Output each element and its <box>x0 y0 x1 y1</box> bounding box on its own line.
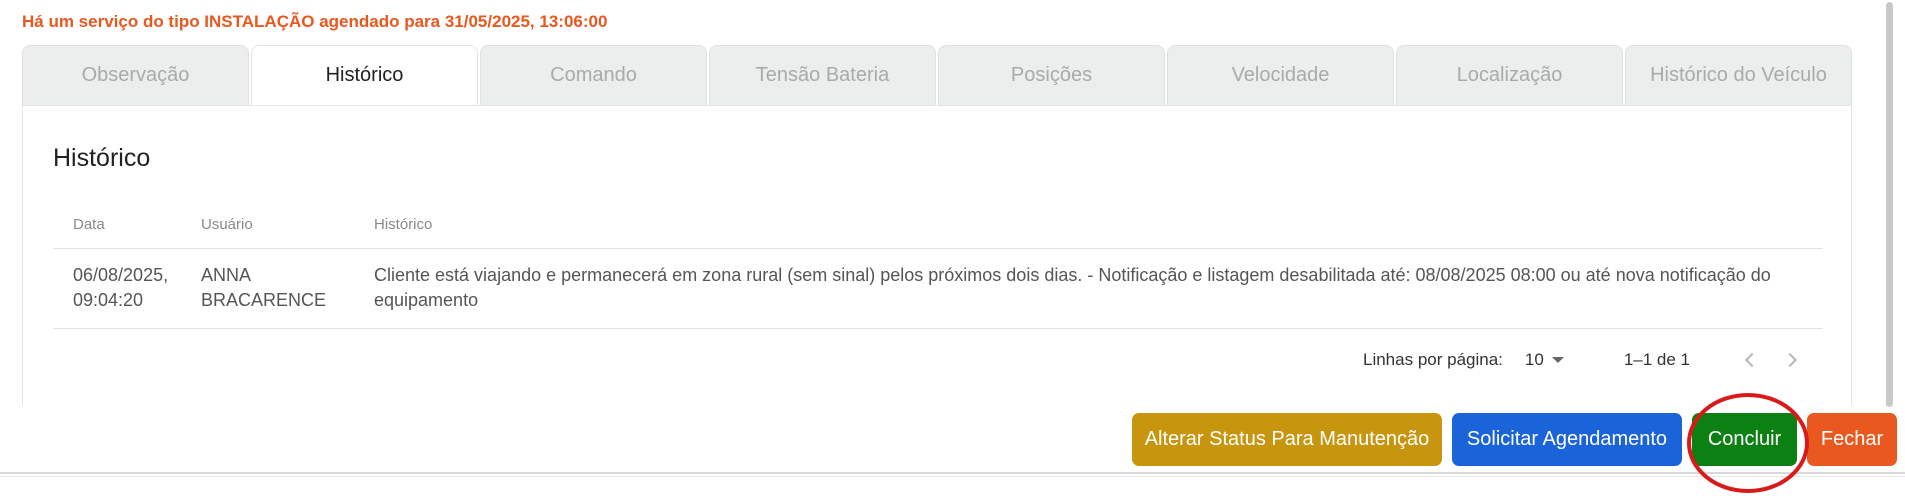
next-page-button[interactable] <box>1779 349 1801 371</box>
change-status-maintenance-button[interactable]: Alterar Status Para Manutenção <box>1132 413 1442 466</box>
caret-down-icon <box>1551 357 1564 363</box>
tab-comando[interactable]: Comando <box>480 45 707 105</box>
pagination: Linhas por página: 10 1–1 de 1 <box>1363 349 1801 371</box>
chevron-right-icon <box>1782 352 1798 368</box>
highlight-circle-annotation <box>1687 393 1809 493</box>
cell-user: ANNA BRACARENCE <box>201 265 327 310</box>
rows-per-page-value: 10 <box>1524 350 1544 369</box>
page-range: 1–1 de 1 <box>1623 350 1690 369</box>
tab-localizacao[interactable]: Localização <box>1396 45 1623 105</box>
history-table: Data Usuário Histórico 06/08/2025, 09:04… <box>53 201 1823 329</box>
rows-per-page-select[interactable]: 10 <box>1525 350 1564 370</box>
column-header-usuario[interactable]: Usuário <box>199 216 374 233</box>
panel-title: Histórico <box>53 144 151 172</box>
tab-bar: Observação Histórico Comando Tensão Bate… <box>22 45 1852 105</box>
close-button[interactable]: Fechar <box>1807 413 1897 466</box>
footer-divider-secondary <box>0 476 1905 477</box>
request-schedule-button[interactable]: Solicitar Agendamento <box>1452 413 1682 466</box>
vertical-scrollbar[interactable] <box>1883 0 1895 410</box>
history-panel: Histórico Data Usuário Histórico 06/08/2… <box>22 105 1852 405</box>
tab-velocidade[interactable]: Velocidade <box>1167 45 1394 105</box>
rows-per-page-label: Linhas por página: <box>1363 350 1503 369</box>
table-header: Data Usuário Histórico <box>53 201 1823 249</box>
tab-observacao[interactable]: Observação <box>22 45 249 105</box>
scrollbar-thumb[interactable] <box>1886 2 1893 407</box>
scheduled-service-notice: Há um serviço do tipo INSTALAÇÃO agendad… <box>22 12 608 31</box>
tab-tensao-bateria[interactable]: Tensão Bateria <box>709 45 936 105</box>
tab-posicoes[interactable]: Posições <box>938 45 1165 105</box>
tab-historico-veiculo[interactable]: Histórico do Veículo <box>1625 45 1852 105</box>
footer-divider <box>0 472 1905 474</box>
cell-date: 06/08/2025, 09:04:20 <box>73 265 169 310</box>
column-header-data[interactable]: Data <box>53 216 199 233</box>
chevron-left-icon <box>1744 352 1760 368</box>
previous-page-button[interactable] <box>1741 349 1763 371</box>
table-row: 06/08/2025, 09:04:20 ANNA BRACARENCE Cli… <box>53 249 1823 329</box>
cell-history: Cliente está viajando e permanecerá em z… <box>374 265 1771 310</box>
tab-historico[interactable]: Histórico <box>251 45 478 105</box>
column-header-historico[interactable]: Histórico <box>374 216 1823 233</box>
